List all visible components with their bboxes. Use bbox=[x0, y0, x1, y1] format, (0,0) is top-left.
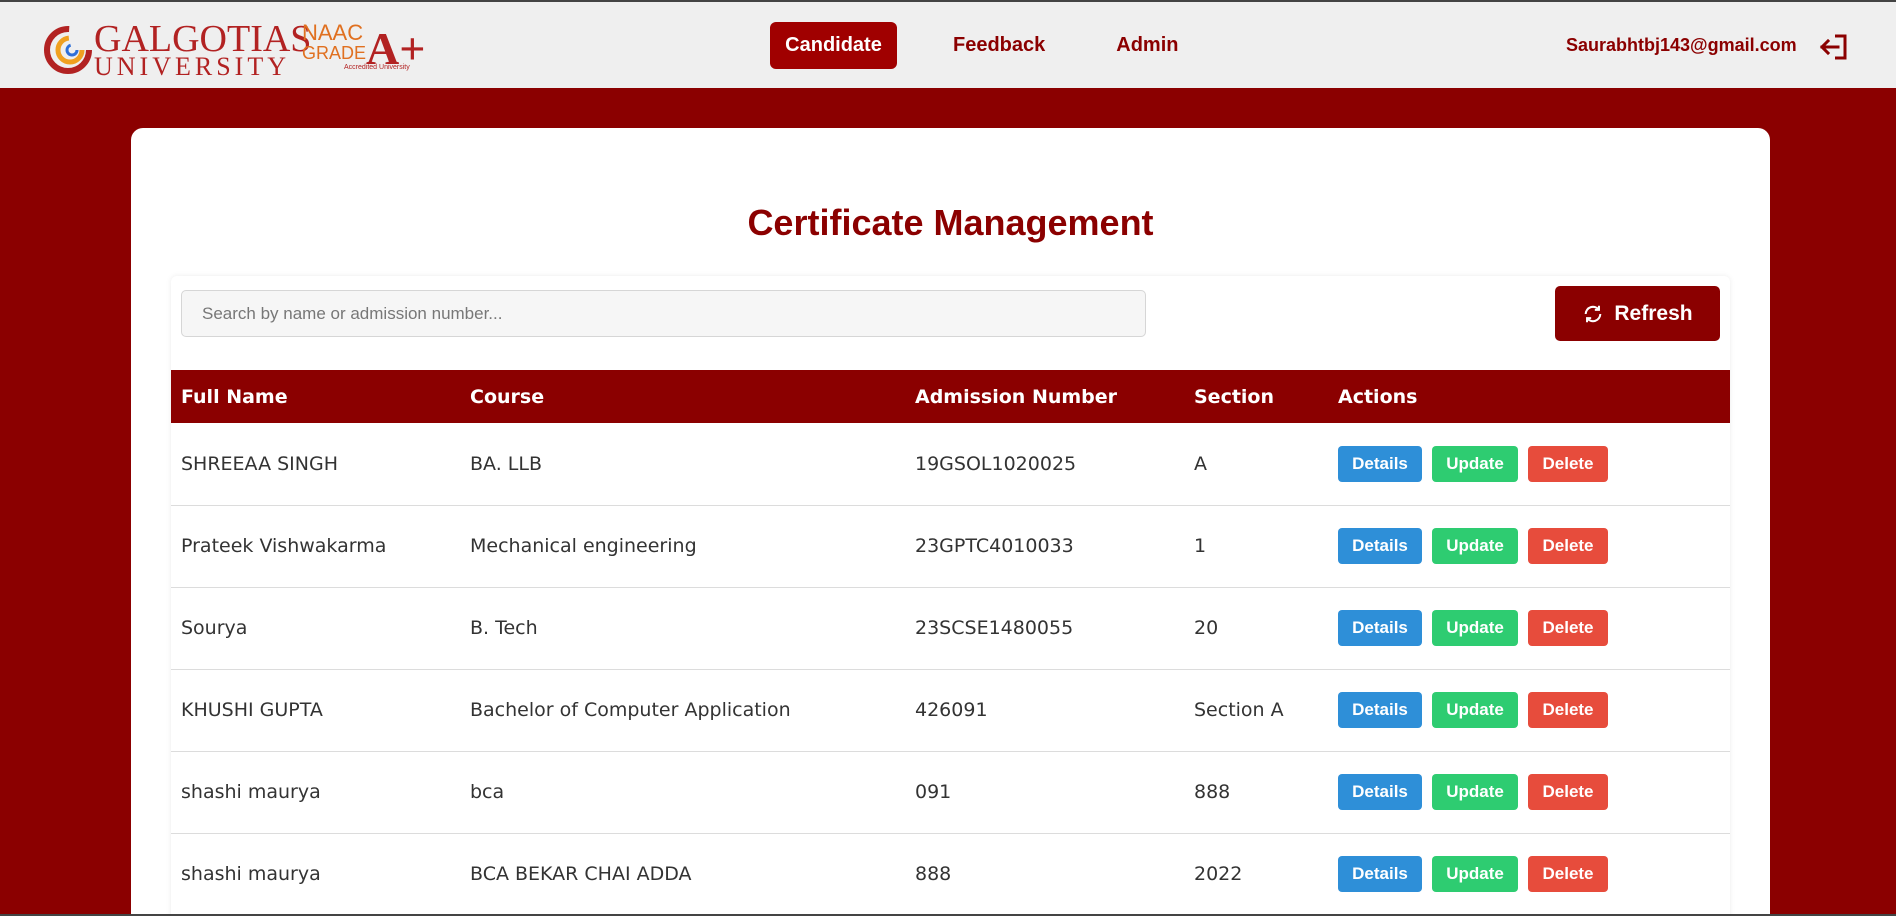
table-row: SHREEAA SINGH BA. LLB 19GSOL1020025 A Detail… bbox=[171, 423, 1730, 505]
update-button[interactable]: Update bbox=[1432, 856, 1518, 892]
cell-admission-number: 23SCSE1480055 bbox=[915, 617, 1074, 639]
search-input[interactable] bbox=[181, 290, 1146, 337]
university-logo[interactable]: GALGOTIAS UNIVERSITY bbox=[44, 20, 311, 80]
refresh-label: Refresh bbox=[1614, 301, 1693, 325]
update-button[interactable]: Update bbox=[1432, 774, 1518, 810]
cell-course: BA. LLB bbox=[470, 452, 542, 475]
naac-badge: NAAC GRADE A+ Accredited University bbox=[302, 20, 425, 72]
cell-full-name: Sourya bbox=[181, 617, 248, 639]
naac-label: NAAC bbox=[302, 20, 364, 45]
details-button[interactable]: Details bbox=[1338, 774, 1422, 810]
delete-button[interactable]: Delete bbox=[1528, 610, 1608, 646]
main-nav: Candidate Feedback Admin bbox=[770, 22, 1234, 69]
column-header-full-name: Full Name bbox=[181, 385, 288, 408]
cell-admission-number: 19GSOL1020025 bbox=[915, 452, 1077, 475]
cell-actions: Details Update Delete bbox=[1328, 669, 1730, 751]
table-row: Prateek Vishwakarma Mechanical engineerin… bbox=[171, 505, 1730, 587]
cell-section: 20 bbox=[1194, 617, 1219, 639]
cell-actions: Details Update Delete bbox=[1328, 833, 1730, 915]
table-row: KHUSHI GUPTA Bachelor of Computer Applica… bbox=[171, 669, 1730, 751]
top-navbar: GALGOTIAS UNIVERSITY NAAC GRADE A+ Accre… bbox=[0, 2, 1896, 88]
nav-candidate[interactable]: Candidate bbox=[770, 22, 897, 69]
column-header-section: Section bbox=[1194, 385, 1275, 408]
logo-subtitle: UNIVERSITY bbox=[94, 52, 290, 81]
cell-full-name: Prateek Vishwakarma bbox=[181, 535, 387, 557]
cell-admission-number: 091 bbox=[915, 781, 952, 803]
delete-button[interactable]: Delete bbox=[1528, 528, 1608, 564]
column-header-course: Course bbox=[470, 385, 545, 408]
cell-actions: Details Update Delete bbox=[1328, 751, 1730, 833]
cell-admission-number: 426091 bbox=[915, 699, 988, 721]
details-button[interactable]: Details bbox=[1338, 856, 1422, 892]
cell-section: 888 bbox=[1194, 781, 1231, 803]
cell-actions: Details Update Delete bbox=[1328, 505, 1730, 587]
nav-admin[interactable]: Admin bbox=[1101, 22, 1193, 69]
update-button[interactable]: Update bbox=[1432, 610, 1518, 646]
cell-full-name: shashi maurya bbox=[181, 863, 321, 885]
column-header-admission-number: Admission Number bbox=[915, 385, 1118, 408]
details-button[interactable]: Details bbox=[1338, 528, 1422, 564]
certificates-table: Full Name Course Admission Number Sectio… bbox=[171, 370, 1730, 916]
delete-button[interactable]: Delete bbox=[1528, 445, 1608, 482]
cell-course: Bachelor of Computer Application bbox=[470, 699, 791, 721]
delete-button[interactable]: Delete bbox=[1528, 856, 1608, 892]
table-header-row: Full Name Course Admission Number Sectio… bbox=[171, 370, 1730, 423]
update-button[interactable]: Update bbox=[1432, 445, 1518, 482]
update-button[interactable]: Update bbox=[1432, 692, 1518, 728]
details-button[interactable]: Details bbox=[1338, 445, 1422, 482]
naac-tagline: Accredited University bbox=[344, 64, 410, 71]
refresh-icon bbox=[1585, 305, 1602, 322]
cell-admission-number: 888 bbox=[915, 863, 952, 885]
cell-section: Section A bbox=[1194, 699, 1284, 721]
nav-feedback[interactable]: Feedback bbox=[938, 22, 1060, 69]
cell-course: B. Tech bbox=[470, 617, 538, 639]
table-row: Sourya B. Tech 23SCSE1480055 20 Details Updat… bbox=[171, 587, 1730, 669]
update-button[interactable]: Update bbox=[1432, 528, 1518, 564]
table-row: shashi maurya BCA BEKAR CHAI ADDA 888 2022 D… bbox=[171, 833, 1730, 915]
cell-admission-number: 23GPTC4010033 bbox=[915, 535, 1074, 557]
certificate-panel: Refresh Full Name Course Admission Numbe… bbox=[171, 276, 1730, 916]
cell-full-name: shashi maurya bbox=[181, 781, 321, 803]
logout-icon[interactable] bbox=[1818, 32, 1848, 62]
cell-full-name: KHUSHI GUPTA bbox=[181, 699, 323, 721]
details-button[interactable]: Details bbox=[1338, 692, 1422, 728]
table-row: shashi maurya bca 091 888 Details Update Delet… bbox=[171, 751, 1730, 833]
delete-button[interactable]: Delete bbox=[1528, 692, 1608, 728]
cell-section: 2022 bbox=[1194, 863, 1243, 885]
galgotias-logo-mark-icon bbox=[44, 26, 92, 74]
details-button[interactable]: Details bbox=[1338, 610, 1422, 646]
column-header-actions: Actions bbox=[1338, 385, 1418, 408]
cell-actions: Details Update Delete bbox=[1328, 587, 1730, 669]
user-email: Saurabhtbj143@gmail.com bbox=[1566, 35, 1797, 55]
cell-full-name: SHREEAA SINGH bbox=[181, 452, 339, 475]
page-title: Certificate Management bbox=[747, 202, 1154, 243]
cell-actions: Details Update Delete bbox=[1328, 423, 1730, 505]
cell-course: BCA BEKAR CHAI ADDA bbox=[470, 863, 692, 885]
content-card: Certificate Management Refresh Full Name… bbox=[131, 128, 1770, 916]
delete-button[interactable]: Delete bbox=[1528, 774, 1608, 810]
cell-section: A bbox=[1194, 452, 1207, 475]
refresh-button[interactable]: Refresh bbox=[1555, 286, 1720, 341]
naac-grade-label: GRADE bbox=[302, 43, 367, 63]
cell-section: 1 bbox=[1194, 535, 1207, 557]
cell-course: Mechanical engineering bbox=[470, 535, 697, 557]
cell-course: bca bbox=[470, 781, 505, 803]
